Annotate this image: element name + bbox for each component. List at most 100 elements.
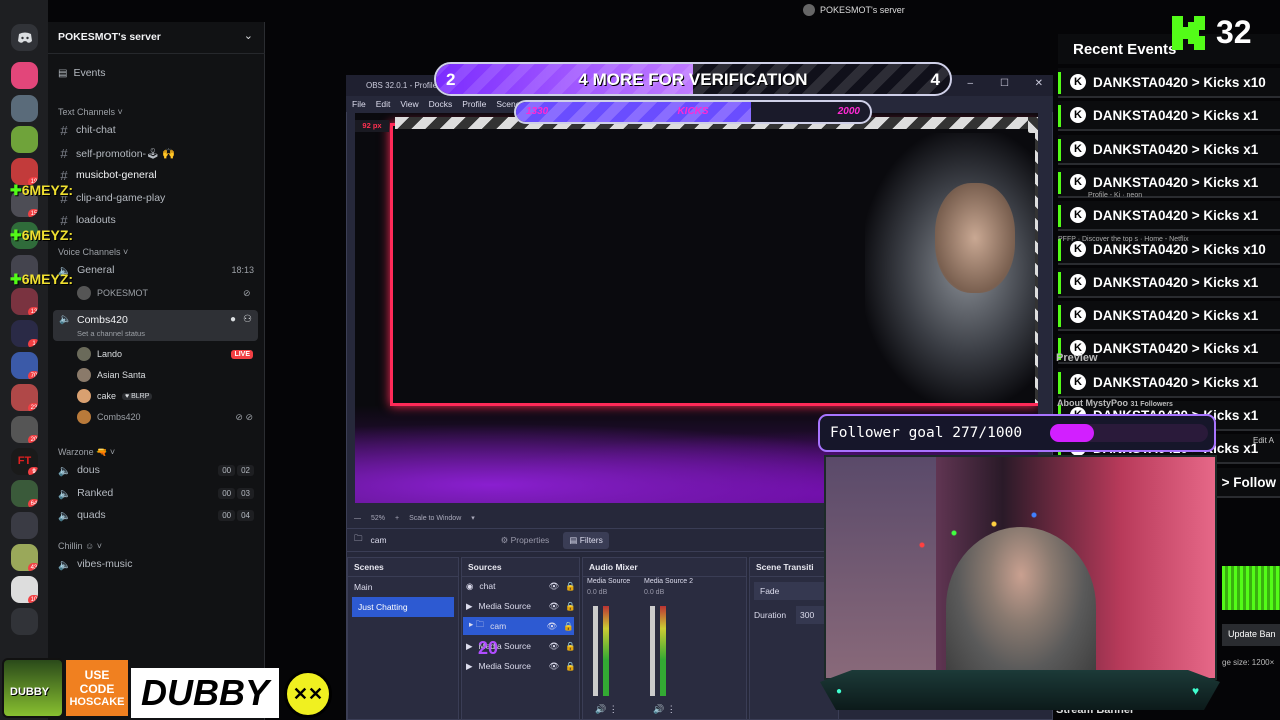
server-icon[interactable]: FT 9 (11, 448, 38, 475)
channel-item[interactable]: # chit-chat (58, 121, 115, 139)
menu-view[interactable]: View (400, 99, 418, 109)
stream-screen: { "discord":{ "server_name":"POKESMOT's … (0, 0, 1280, 720)
voice-user[interactable]: Lando LIVE (77, 345, 253, 363)
role-tag: ♥ BLRP (122, 392, 153, 400)
kick-count: 32 (1216, 14, 1252, 50)
event-item: KDANKSTA0420 > Kicks x1 (1058, 101, 1280, 131)
voice-user[interactable]: cake ♥ BLRP (77, 387, 153, 405)
channel-item[interactable]: # clip-and-game-play (58, 189, 165, 207)
server-icon[interactable] (11, 62, 38, 89)
kick-icon: K (1070, 74, 1086, 90)
voice-channel[interactable]: 🔈 quads 00 04 (58, 506, 254, 524)
menu-docks[interactable]: Docks (429, 99, 453, 109)
category-text-channels[interactable]: Text Channels ˅ (58, 107, 123, 117)
voice-channel-general[interactable]: 🔈 General 18:13 (58, 261, 254, 279)
server-folder-icon[interactable] (11, 608, 38, 635)
server-icon[interactable]: 64 (11, 480, 38, 507)
server-icon[interactable] (11, 512, 38, 539)
string-lights (906, 497, 1066, 557)
channel-item[interactable]: # self-promotion-🕹 🙌 (58, 144, 175, 162)
frame-dot-icon: ● (836, 686, 843, 697)
source-item[interactable]: ◉ chat 👁 🔒 (466, 577, 576, 595)
minimize-icon[interactable]: – (967, 78, 973, 89)
chevron-down-icon: ⌄ (243, 30, 253, 42)
server-icon[interactable]: 43 (11, 544, 38, 571)
category-warzone[interactable]: Warzone 🔫 ˅ (58, 447, 115, 458)
avatar (77, 347, 91, 361)
voice-channel[interactable]: 🔈 dous 00 02 (58, 461, 254, 479)
mute-icon[interactable]: 🔊 ⋮ (595, 704, 618, 715)
sponsor-banner: DUBBY USE CODE HOSCAKE DUBBY ✕✕ (0, 656, 350, 720)
menu-edit[interactable]: Edit (376, 99, 391, 109)
source-item[interactable]: ▶ Media Source 👁 🔒 (466, 597, 576, 615)
add-user-icon[interactable]: ⚇ (243, 314, 252, 325)
server-icon[interactable] (11, 95, 38, 122)
voice-channel[interactable]: 🔈 vibes-music (58, 555, 133, 573)
voice-channel[interactable]: 🔈 Ranked 00 03 (58, 484, 254, 502)
discord-home-icon[interactable] (11, 24, 38, 51)
server-icon[interactable]: 19 (11, 158, 38, 185)
lock-icon[interactable]: 🔒 (563, 621, 574, 632)
zoom-out-icon[interactable]: — (354, 515, 361, 522)
server-icon[interactable]: 20 (11, 416, 38, 443)
menu-profile[interactable]: Profile (462, 99, 486, 109)
eye-icon[interactable]: 👁 (549, 601, 560, 612)
avatar (77, 286, 91, 300)
voice-user[interactable]: Asian Santa (77, 366, 146, 384)
eye-icon[interactable]: 👁 (549, 581, 560, 592)
lock-icon[interactable]: 🔒 (565, 661, 576, 672)
banner-preview (1222, 566, 1280, 610)
event-item: KDANKSTA0420 > Kicks x1 (1058, 201, 1280, 231)
px-label: 92 px (355, 120, 389, 132)
chat-bubble-icon[interactable]: ● (230, 314, 236, 325)
hash-icon: # (60, 167, 68, 183)
eye-icon[interactable]: 👁 (549, 661, 560, 672)
audio-mixer-dock: Audio Mixer Media Source 0.0 dB Media So… (582, 557, 747, 720)
transition-select[interactable]: Fade (754, 582, 834, 600)
kick-logo-icon (1170, 14, 1210, 54)
server-label-top: POKESMOT's server (803, 4, 905, 16)
server-icon[interactable]: 23 (11, 384, 38, 411)
lock-icon[interactable]: 🔒 (565, 641, 576, 652)
volume-slider[interactable] (650, 606, 655, 696)
chat-overlay-number: 20 (478, 638, 499, 658)
scene-item[interactable]: Main (348, 577, 458, 597)
events-item[interactable]: ▤ Events (58, 64, 106, 82)
category-voice-channels[interactable]: Voice Channels ˅ (58, 247, 128, 257)
dubby-logo: DUBBY (131, 668, 279, 718)
voice-channel-combs[interactable]: 🔈 Combs420 Set a channel status ● ⚇ (53, 310, 258, 341)
event-item: KDANKSTA0420 > Kicks x1 (1058, 301, 1280, 331)
follower-goal: Follower goal 277/1000 (818, 414, 1216, 452)
mute-icon[interactable]: 🔊 ⋮ (653, 704, 676, 715)
category-chillin[interactable]: Chillin ☺ ˅ (58, 541, 102, 551)
source-item-selected[interactable]: ▸ 🗀 cam 👁 🔒 (463, 617, 574, 635)
server-header[interactable]: POKESMOT's server ⌄ (48, 22, 265, 54)
maximize-icon[interactable]: ☐ (1000, 78, 1009, 89)
eye-icon[interactable]: 👁 (549, 641, 560, 652)
voice-user[interactable]: Combs420 ⊘ ⊘ (77, 408, 253, 426)
muted-icon: ⊘ ⊘ (235, 411, 253, 422)
update-banner-button[interactable]: Update Ban (1222, 624, 1280, 646)
volume-slider[interactable] (593, 606, 598, 696)
source-item[interactable]: ▶ Media Source 👁 🔒 (466, 657, 576, 675)
server-icon[interactable]: 13 (11, 288, 38, 315)
chat-overlay-name: ✚6MEYZ: (10, 271, 74, 287)
avatar (77, 389, 91, 403)
eye-icon[interactable]: 👁 (547, 621, 558, 632)
lock-icon[interactable]: 🔒 (565, 601, 576, 612)
server-icon[interactable] (11, 126, 38, 153)
menu-file[interactable]: File (352, 99, 366, 109)
zoom-in-icon[interactable]: + (395, 515, 399, 522)
server-icon[interactable]: 70 (11, 352, 38, 379)
filters-button[interactable]: ▤ Filters (563, 531, 609, 549)
close-icon[interactable]: ✕ (1035, 78, 1043, 89)
voice-user[interactable]: POKESMOT ⊘ (77, 284, 251, 302)
chat-overlay-name: ✚6MEYZ: (10, 227, 74, 243)
kick-icon: K (1070, 207, 1086, 223)
server-icon[interactable]: 1 (11, 320, 38, 347)
scene-item-selected[interactable]: Just Chatting (352, 597, 454, 617)
lock-icon[interactable]: 🔒 (565, 581, 576, 592)
server-icon[interactable]: 10 (11, 576, 38, 603)
properties-button[interactable]: ⚙ Properties (495, 532, 556, 549)
chevron-down-icon[interactable]: ▾ (471, 514, 475, 522)
